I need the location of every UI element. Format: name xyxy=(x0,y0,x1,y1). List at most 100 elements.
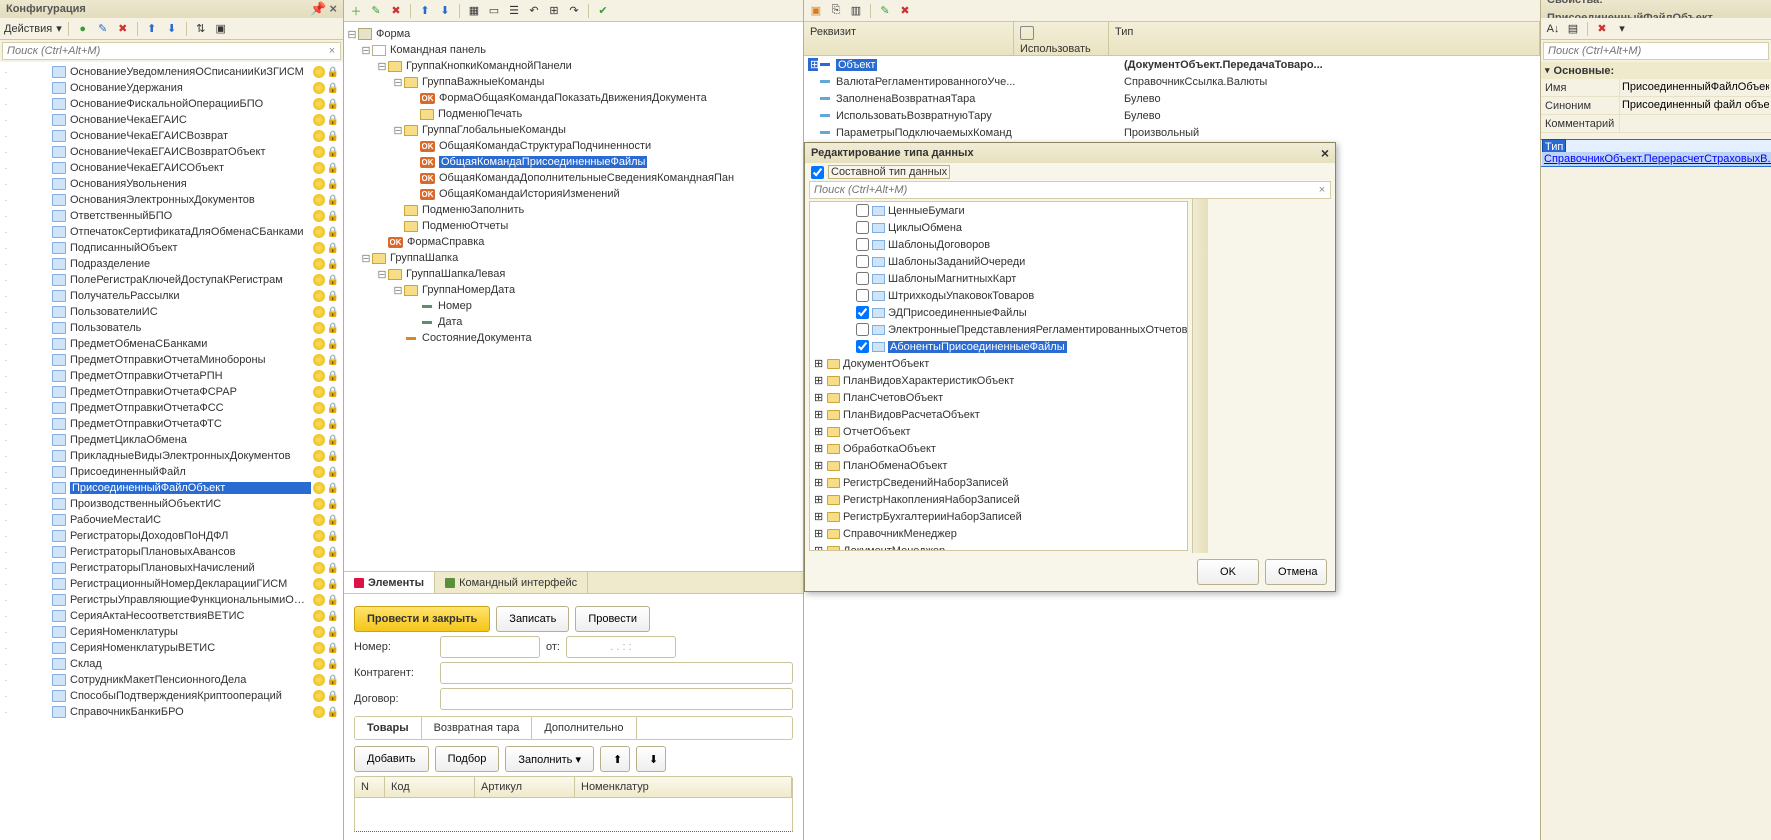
up-icon[interactable]: ⬆ xyxy=(417,3,433,19)
post-button[interactable]: Провести xyxy=(575,606,650,632)
tree-item[interactable]: ·Подразделение🔒 xyxy=(0,256,343,272)
contract-field[interactable] xyxy=(440,688,793,710)
type-checkbox[interactable] xyxy=(856,204,869,217)
tree-node-form[interactable]: Форма xyxy=(376,28,410,40)
tree-node[interactable]: ГруппаШапка xyxy=(390,252,458,264)
more-icon[interactable]: ▾ xyxy=(1614,21,1630,37)
clear-search-icon[interactable]: × xyxy=(1314,184,1330,196)
type-tree-folder[interactable]: ⊞ОтчетОбъект xyxy=(810,423,1187,440)
add-icon[interactable]: ● xyxy=(75,21,91,37)
tree-item[interactable]: ·ПредметОтправкиОтчетаРПН🔒 xyxy=(0,368,343,384)
tree-item[interactable]: ·ОтпечатокСертификатаДляОбменаСБанками🔒 xyxy=(0,224,343,240)
delete-icon[interactable]: ✖ xyxy=(388,3,404,19)
open-icon[interactable]: ▣ xyxy=(808,3,824,19)
tree-item[interactable]: ·ПрикладныеВидыЭлектронныхДокументов🔒 xyxy=(0,448,343,464)
type-tree-item[interactable]: АбонентыПрисоединенныеФайлы xyxy=(810,338,1187,355)
type-tree-folder[interactable]: ⊞ПланОбменаОбъект xyxy=(810,457,1187,474)
filter-icon[interactable]: ▣ xyxy=(213,21,229,37)
type-tree-folder[interactable]: ⊞ОбработкаОбъект xyxy=(810,440,1187,457)
tree-item[interactable]: ·ОснованиеЧекаЕГАИСВозвратОбъект🔒 xyxy=(0,144,343,160)
type-checkbox[interactable] xyxy=(856,289,869,302)
modal-search[interactable]: × xyxy=(809,181,1331,199)
tree-item[interactable]: ·РегистрационныйНомерДекларацииГИСМ🔒 xyxy=(0,576,343,592)
req-row-label[interactable]: ВалютаРегламентированногоУче... xyxy=(836,76,1015,88)
type-tree-item[interactable]: ШаблоныДоговоров xyxy=(810,236,1187,253)
scrollbar[interactable] xyxy=(1192,199,1208,553)
tree-node[interactable]: ОбщаяКомандаДополнительныеСведенияКоманд… xyxy=(439,172,734,184)
tree-item[interactable]: ·СправочникБанкиБРО🔒 xyxy=(0,704,343,720)
tree-item[interactable]: ·ПредметОтправкиОтчетаФТС🔒 xyxy=(0,416,343,432)
type-tree-folder[interactable]: ⊞РегистрСведенийНаборЗаписей xyxy=(810,474,1187,491)
prop-search[interactable] xyxy=(1543,42,1769,60)
tree-item[interactable]: ·ПредметОтправкиОтчетаФСРАР🔒 xyxy=(0,384,343,400)
type-tree-item[interactable]: ШаблоныМагнитныхКарт xyxy=(810,270,1187,287)
type-tree-item[interactable]: ЭлектронныеПредставленияРегламентированн… xyxy=(810,321,1187,338)
write-button[interactable]: Записать xyxy=(496,606,569,632)
config-tree[interactable]: ·ОснованиеУведомленияОСписанииКиЗГИСМ🔒 ·О… xyxy=(0,62,343,840)
move-down-button[interactable]: ⬇ xyxy=(636,746,666,772)
prop-name-input[interactable] xyxy=(1622,81,1769,93)
contragent-field[interactable] xyxy=(440,662,793,684)
tree-item[interactable]: ·РабочиеМестаИС🔒 xyxy=(0,512,343,528)
tree-item[interactable]: ·ПредметОтправкиОтчетаМинобороны🔒 xyxy=(0,352,343,368)
edit-icon[interactable]: ✎ xyxy=(877,3,893,19)
req-row-label[interactable]: ИспользоватьВозвратнуюТару xyxy=(836,110,992,122)
tree-item[interactable]: ·ПользователиИС🔒 xyxy=(0,304,343,320)
tree-item[interactable]: ·ПолеРегистраКлючейДоступаКРегистрам🔒 xyxy=(0,272,343,288)
type-tree-folder[interactable]: ⊞ПланВидовРасчетаОбъект xyxy=(810,406,1187,423)
delete-icon[interactable]: ✖ xyxy=(897,3,913,19)
type-checkbox[interactable] xyxy=(856,323,869,336)
type-tree-folder[interactable]: ⊞СправочникМенеджер xyxy=(810,525,1187,542)
tree-item[interactable]: ·РегистраторыДоходовПоНДФЛ🔒 xyxy=(0,528,343,544)
type-checkbox[interactable] xyxy=(856,272,869,285)
tree-item[interactable]: ·ПолучательРассылки🔒 xyxy=(0,288,343,304)
config-search[interactable]: × xyxy=(2,42,341,60)
type-checkbox[interactable] xyxy=(856,221,869,234)
prop-comment-input[interactable] xyxy=(1622,117,1769,129)
tree-item[interactable]: ·ПроизводственныйОбъектИС🔒 xyxy=(0,496,343,512)
type-tree-folder[interactable]: ⊞ДокументОбъект xyxy=(810,355,1187,372)
prop-search-input[interactable] xyxy=(1544,45,1768,57)
req-row-label[interactable]: ЗаполненаВозвратнаяТара xyxy=(836,93,975,105)
fill-button[interactable]: Заполнить ▾ xyxy=(505,746,594,772)
tree-item[interactable]: ·ПредметОбменаСБанками🔒 xyxy=(0,336,343,352)
tree-item[interactable]: ·ОснованиеЧекаЕГАИСВозврат🔒 xyxy=(0,128,343,144)
prop-synonym-input[interactable] xyxy=(1622,99,1769,111)
up-icon[interactable]: ⬆ xyxy=(144,21,160,37)
post-and-close-button[interactable]: Провести и закрыть xyxy=(354,606,490,632)
tree-item[interactable]: ·ОснованиеЧекаЕГАИС🔒 xyxy=(0,112,343,128)
clear-icon[interactable]: ✖ xyxy=(1594,21,1610,37)
tree-item[interactable]: ·ОснованиеФискальнойОперацииБПО🔒 xyxy=(0,96,343,112)
goods-table-body[interactable] xyxy=(354,798,793,832)
tree-node[interactable]: ОбщаяКомандаИсторияИзменений xyxy=(439,188,620,200)
tree-item[interactable]: ·ОснованиеУведомленияОСписанииКиЗГИСМ🔒 xyxy=(0,64,343,80)
list-icon[interactable]: ☰ xyxy=(506,3,522,19)
copy-icon[interactable]: ⎘ xyxy=(828,3,844,19)
tree-node[interactable]: ПодменюОтчеты xyxy=(422,220,508,232)
tab-return-tare[interactable]: Возвратная тара xyxy=(422,717,533,739)
sort-icon[interactable]: ⇅ xyxy=(193,21,209,37)
type-tree[interactable]: ЦенныеБумагиЦиклыОбменаШаблоныДоговоровШ… xyxy=(809,201,1188,551)
layout-icon[interactable]: ▭ xyxy=(486,3,502,19)
type-tree-folder[interactable]: ⊞РегистрНакопленияНаборЗаписей xyxy=(810,491,1187,508)
type-tree-item[interactable]: ЦенныеБумаги xyxy=(810,202,1187,219)
type-checkbox[interactable] xyxy=(856,306,869,319)
add-icon[interactable]: ＋ xyxy=(348,3,364,19)
tree-item[interactable]: ·ПодписанныйОбъект🔒 xyxy=(0,240,343,256)
tree-node[interactable]: ГруппаНомерДата xyxy=(422,284,515,296)
tab-extra[interactable]: Дополнительно xyxy=(532,717,636,739)
pin-icon[interactable]: 📌 xyxy=(310,1,326,16)
tree-item[interactable]: ·ОтветственныйБПО🔒 xyxy=(0,208,343,224)
tree-node[interactable]: ФормаСправка xyxy=(407,236,484,248)
req-row-label[interactable]: ПараметрыПодключаемыхКоманд xyxy=(836,127,1012,139)
prop-type-value[interactable]: СправочникОбъект.ПерерасчетСтраховыхВ... xyxy=(1542,152,1771,166)
tree-node[interactable]: ПодменюЗаполнить xyxy=(422,204,524,216)
dropdown-arrow-icon[interactable]: ▾ xyxy=(56,22,62,35)
tree-node[interactable]: ФормаОбщаяКомандаПоказатьДвиженияДокумен… xyxy=(439,92,707,104)
sort-alpha-icon[interactable]: A↓ xyxy=(1545,21,1561,37)
tree-item[interactable]: ·Склад🔒 xyxy=(0,656,343,672)
clear-search-icon[interactable]: × xyxy=(324,45,340,57)
column-icon[interactable]: ▥ xyxy=(848,3,864,19)
tree-item[interactable]: ·ПрисоединенныйФайл🔒 xyxy=(0,464,343,480)
type-tree-folder[interactable]: ⊞ДокументМенеджер xyxy=(810,542,1187,551)
